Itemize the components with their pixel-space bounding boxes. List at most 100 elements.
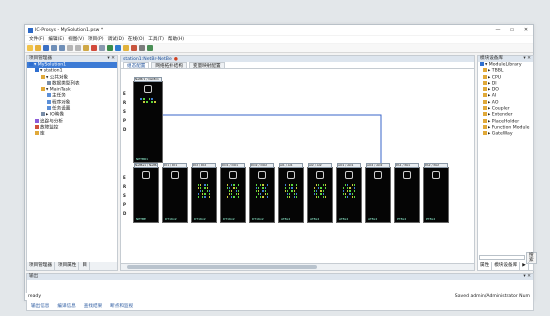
module-status-icon: [200, 171, 208, 179]
hardware-canvas[interactable]: NetBr1 / NetBr1 NETBR1 ERSPD ERSPD NetBe…: [121, 71, 474, 264]
menu-tools[interactable]: 工具(T): [146, 36, 166, 43]
menu-online[interactable]: 在线(O): [126, 36, 146, 43]
led-indicator: [294, 184, 295, 186]
panel-pin-close[interactable]: ▾ ✕: [523, 56, 531, 62]
led-indicator: [322, 184, 324, 186]
minimize-button[interactable]: —: [491, 25, 505, 35]
tree-item[interactable]: 库: [27, 131, 117, 137]
led-indicator: [285, 187, 287, 189]
left-bottom-tabs: 项目管理器 项目属性 目: [27, 262, 117, 270]
paste-icon[interactable]: [83, 45, 89, 51]
led-indicator: [200, 184, 202, 186]
close-button[interactable]: ✕: [519, 25, 533, 35]
tab-next-arrow[interactable]: ▶: [520, 262, 529, 270]
led-indicator: [262, 184, 264, 186]
undo-icon[interactable]: [51, 45, 57, 51]
io-module[interactable]: PA1 / PA1 PT8x2: [394, 163, 420, 223]
led-indicator: [229, 193, 231, 195]
tab-breakpoints-watch[interactable]: 断点和监视: [106, 303, 137, 310]
menu-view[interactable]: 视图(V): [66, 36, 86, 43]
led-indicator: [208, 190, 210, 192]
led-indicator: [349, 193, 351, 195]
tab-properties[interactable]: 属性: [478, 262, 493, 270]
maximize-button[interactable]: ▭: [505, 25, 519, 35]
stop-icon[interactable]: [131, 45, 137, 51]
tree-item-label: 任务设置: [52, 106, 71, 112]
tab-network-topology[interactable]: 网络拓扑结构: [151, 62, 187, 69]
io-module[interactable]: AI1 / AI1 AT8x2: [278, 163, 304, 223]
io-module[interactable]: DO2 / DO2 DT16x2: [249, 163, 275, 223]
delete-icon[interactable]: [91, 45, 97, 51]
tab-module-library[interactable]: 模块设备库: [492, 262, 521, 270]
io-module[interactable]: DO1 / DO1 DT16x2: [220, 163, 246, 223]
library-item[interactable]: ▸ GateWay: [478, 131, 533, 137]
tab-find-results[interactable]: 查找结果: [80, 303, 106, 310]
tab-compile-info[interactable]: 编译信息: [53, 303, 79, 310]
io-module[interactable]: AI2 / AI2 AT8x2: [307, 163, 333, 223]
settings-icon[interactable]: [139, 45, 145, 51]
folder-icon: [483, 112, 487, 117]
led-indicator: [325, 190, 326, 192]
module-status-icon: [171, 171, 179, 179]
io-module[interactable]: AO1 / AO1 AT8x2: [336, 163, 362, 223]
io-module[interactable]: DI2 / DI2 DT16x2: [191, 163, 217, 223]
led-indicator: [345, 187, 346, 189]
tab-directory[interactable]: 目: [80, 262, 90, 270]
slot-side-label: E: [123, 91, 126, 96]
menu-help[interactable]: 帮助(H): [166, 36, 186, 43]
tab-output-info[interactable]: 输出信息: [27, 303, 53, 310]
new-icon[interactable]: [27, 45, 33, 51]
menu-project[interactable]: 项目(P): [86, 36, 106, 43]
led-indicator: [206, 190, 208, 192]
led-indicator: [285, 196, 286, 198]
module-status-icon: [345, 171, 353, 179]
menu-debug[interactable]: 调试(D): [106, 36, 126, 43]
led-indicator: [287, 184, 288, 186]
document-tab-label: station1:NetBr-NetBe: [123, 56, 172, 62]
io-module[interactable]: NetBe1 / NetBe1 NETBE: [133, 163, 159, 223]
menu-file[interactable]: 文件(F): [27, 36, 46, 43]
led-indicator: [347, 196, 349, 198]
monitor-icon[interactable]: [147, 45, 153, 51]
document-modified-icon[interactable]: ●: [174, 57, 178, 62]
tab-variable-mapping[interactable]: 变量映射配置: [188, 62, 225, 69]
module-status-icon: [374, 171, 382, 179]
panel-pin-close[interactable]: ▾ ✕: [107, 56, 115, 62]
tab-project-properties[interactable]: 项目属性: [56, 262, 80, 270]
scrollbar-thumb[interactable]: [127, 265, 317, 269]
module-header: PA2 / PA2: [424, 163, 448, 168]
led-indicator: [320, 187, 322, 189]
copy-icon[interactable]: [75, 45, 81, 51]
find-icon[interactable]: [99, 45, 105, 51]
horizontal-scrollbar[interactable]: [121, 263, 474, 270]
build-icon[interactable]: [107, 45, 113, 51]
io-module[interactable]: PA2 / PA2 PT8x2: [423, 163, 449, 223]
folder-icon: [483, 131, 487, 136]
led-indicator: [229, 196, 230, 198]
cut-icon[interactable]: [67, 45, 73, 51]
download-icon[interactable]: [115, 45, 121, 51]
module-header: NetBe1 / NetBe1: [134, 163, 158, 168]
redo-icon[interactable]: [59, 45, 65, 51]
tab-configuration[interactable]: 组态配置: [123, 62, 150, 69]
io-module[interactable]: DI1 / DI1 DT16x2: [162, 163, 188, 223]
io-module[interactable]: AO2 / AO2 AT8x2: [365, 163, 391, 223]
led-indicator: [285, 193, 286, 195]
network-bridge-module[interactable]: NetBr1 / NetBr1 NETBR1: [133, 77, 163, 163]
open-icon[interactable]: [35, 45, 41, 51]
run-icon[interactable]: [123, 45, 129, 51]
led-indicator: [260, 196, 262, 198]
led-indicator: [200, 187, 202, 189]
led-indicator: [314, 187, 316, 189]
led-indicator: [206, 187, 208, 189]
led-indicator: [289, 184, 291, 186]
save-icon[interactable]: [43, 45, 49, 51]
slot-side-label: R: [123, 100, 127, 105]
led-indicator: [291, 184, 293, 186]
library-search-input[interactable]: [479, 255, 525, 260]
panel-pin-close[interactable]: ▾ ✕: [523, 274, 531, 280]
menu-edit[interactable]: 编辑(E): [46, 36, 66, 43]
tab-project-manager[interactable]: 项目管理器: [27, 262, 55, 270]
module-status-icon: [316, 171, 324, 179]
module-side-labels-bottom: ERSPD: [123, 175, 131, 220]
